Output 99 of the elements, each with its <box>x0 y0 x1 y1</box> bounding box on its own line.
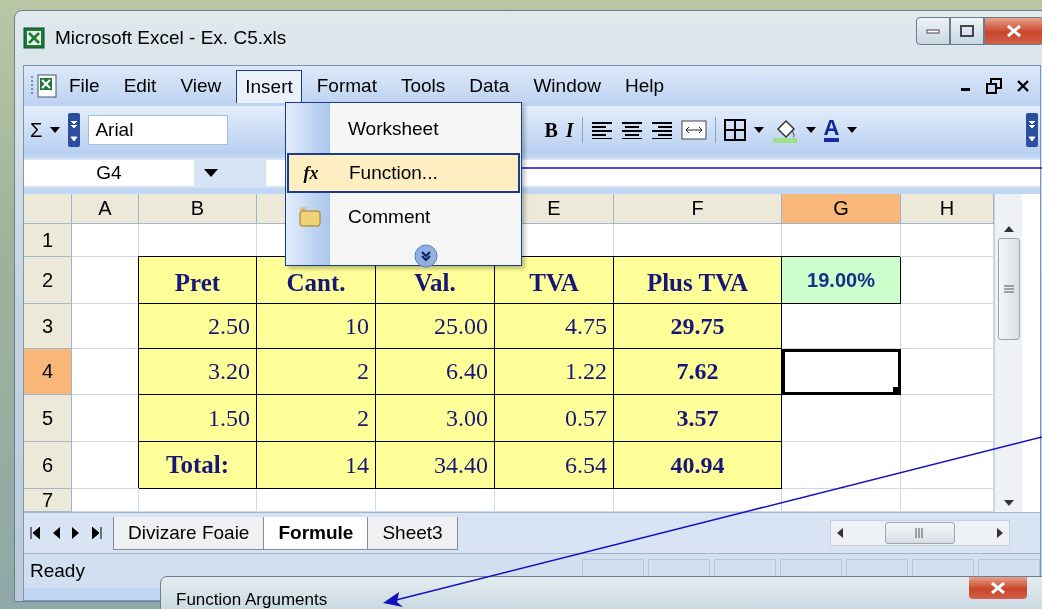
table-cell: 3.57 <box>614 395 782 442</box>
column-header[interactable]: H <box>901 194 994 224</box>
last-sheet-icon[interactable] <box>92 527 102 539</box>
align-center-icon[interactable] <box>620 121 643 139</box>
excel-doc-icon <box>30 73 60 99</box>
font-field[interactable]: Arial <box>88 115 229 145</box>
row-header[interactable]: 7 <box>24 489 72 512</box>
minimize-button[interactable] <box>916 17 950 45</box>
restore-icon[interactable] <box>986 78 1002 94</box>
column-header[interactable]: G <box>782 194 901 224</box>
excel-logo-icon <box>23 27 45 49</box>
close-icon <box>1006 24 1022 38</box>
scroll-up-icon[interactable] <box>1003 226 1014 232</box>
status-text: Ready <box>30 560 85 582</box>
table-cell: 40.94 <box>614 442 782 489</box>
autosum-button[interactable]: Σ <box>30 118 43 142</box>
dropdown-arrow-icon[interactable] <box>753 127 764 133</box>
scroll-thumb[interactable] <box>885 522 955 544</box>
table-cell: 3.00 <box>376 395 495 442</box>
close-icon[interactable] <box>1016 79 1030 93</box>
scroll-down-icon[interactable] <box>1003 500 1014 506</box>
menu-item[interactable]: File <box>60 69 109 103</box>
dropdown-arrow-icon[interactable] <box>204 169 218 177</box>
merge-center-icon[interactable] <box>680 120 707 140</box>
maximize-icon <box>960 25 974 37</box>
close-button[interactable] <box>969 577 1027 599</box>
column-header[interactable]: B <box>139 194 257 224</box>
horizontal-scrollbar[interactable] <box>830 520 1010 546</box>
table-cell: Total: <box>139 442 257 489</box>
sheet-tab[interactable]: Sheet3 <box>367 516 458 550</box>
table-cell: Plus TVA <box>614 257 782 304</box>
table-cell: 3.20 <box>139 349 257 395</box>
scroll-thumb[interactable] <box>997 238 1020 340</box>
grip-icon <box>1003 285 1014 293</box>
table-cell: 6.54 <box>495 442 614 489</box>
dropdown-arrow-icon[interactable] <box>847 127 858 133</box>
table-cell: 19.00% <box>782 257 901 304</box>
sheet-tab[interactable]: Formule <box>263 516 369 550</box>
table-cell: Pret <box>139 257 257 304</box>
table-cell: 34.40 <box>376 442 495 489</box>
italic-button[interactable]: I <box>565 118 574 142</box>
scroll-right-icon[interactable] <box>997 528 1003 538</box>
table-cell: 25.00 <box>376 304 495 349</box>
menu-item[interactable]: Help <box>616 69 674 103</box>
toolbar-options-icon[interactable] <box>68 113 81 147</box>
table-cell: 2 <box>257 395 376 442</box>
row-header[interactable]: 2 <box>24 257 72 304</box>
vertical-scrollbar[interactable] <box>994 194 1022 512</box>
table-cell: 2 <box>257 349 376 395</box>
menu-item[interactable]: Edit <box>114 69 166 103</box>
window-title: Microsoft Excel - Ex. C5.xls <box>55 27 287 49</box>
table-cell: 0.57 <box>495 395 614 442</box>
row-header[interactable]: 6 <box>24 442 72 489</box>
grip-icon <box>915 528 925 538</box>
table-cell: 2.50 <box>139 304 257 349</box>
align-right-icon[interactable] <box>650 121 673 139</box>
table-cell: 7.62 <box>614 349 782 395</box>
menu-item[interactable]: Tools <box>391 69 455 103</box>
scroll-left-icon[interactable] <box>837 528 843 538</box>
column-header[interactable]: A <box>72 194 139 224</box>
sheet-tab[interactable]: Divizare Foaie <box>113 516 265 550</box>
expand-menu-icon[interactable] <box>413 244 438 268</box>
menu-item[interactable]: fx Function... <box>287 153 520 193</box>
fill-color-icon[interactable] <box>771 117 798 143</box>
note-icon <box>298 206 322 228</box>
menu-item[interactable]: View <box>171 69 231 103</box>
table-cell: 1.50 <box>139 395 257 442</box>
table-cell: 10 <box>257 304 376 349</box>
close-button[interactable] <box>984 17 1042 45</box>
table-cell: 4.75 <box>495 304 614 349</box>
table-cell: 29.75 <box>614 304 782 349</box>
close-icon <box>990 582 1006 594</box>
dialog-title: Function Arguments <box>176 590 328 609</box>
next-sheet-icon[interactable] <box>72 527 80 539</box>
dropdown-arrow-icon[interactable] <box>805 127 816 133</box>
bold-button[interactable]: B <box>544 118 558 142</box>
name-box[interactable]: G4 <box>24 160 194 186</box>
first-sheet-icon[interactable] <box>30 527 40 539</box>
align-left-icon[interactable] <box>590 121 613 139</box>
row-header[interactable]: 1 <box>24 224 72 257</box>
borders-icon[interactable] <box>723 119 746 141</box>
row-header[interactable]: 3 <box>24 304 72 349</box>
previous-sheet-icon[interactable] <box>52 527 60 539</box>
minimize-icon <box>926 28 940 34</box>
menu-item[interactable]: Insert <box>236 69 302 103</box>
table-cell: 14 <box>257 442 376 489</box>
menu-item[interactable]: Format <box>307 69 386 103</box>
table-cell: 6.40 <box>376 349 495 395</box>
menu-item[interactable]: Data <box>460 69 519 103</box>
menu-item[interactable]: Window <box>524 69 610 103</box>
dropdown-arrow-icon[interactable] <box>50 127 61 133</box>
font-color-button[interactable]: A <box>823 118 840 142</box>
column-header[interactable]: F <box>614 194 782 224</box>
menu-item[interactable]: Worksheet <box>287 109 520 149</box>
row-header[interactable]: 5 <box>24 395 72 442</box>
row-header[interactable]: 4 <box>24 349 72 395</box>
toolbar-options-icon[interactable] <box>1026 113 1038 147</box>
table-cell: 1.22 <box>495 349 614 395</box>
maximize-button[interactable] <box>950 17 984 45</box>
